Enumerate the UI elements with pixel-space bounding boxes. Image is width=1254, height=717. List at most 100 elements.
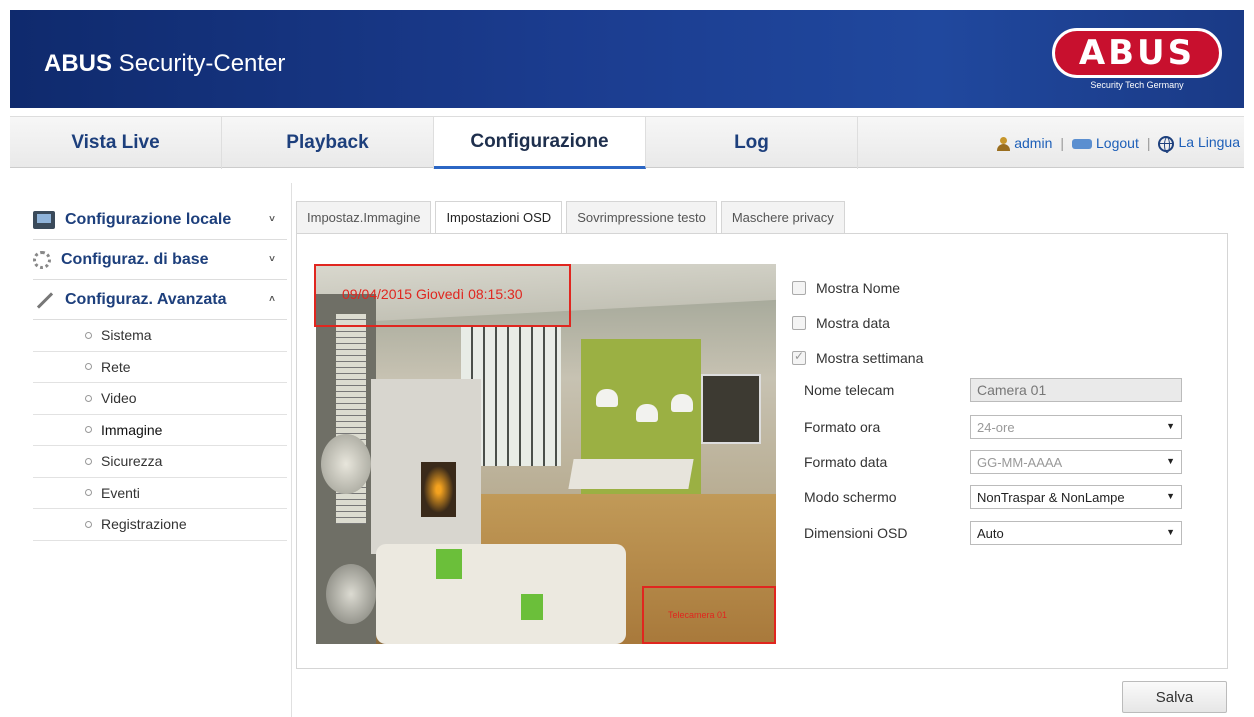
date-format-row: Formato data GG-MM-AAAA ▼ [804,450,1182,474]
scene-table [568,459,694,489]
sidebar-item-label: Rete [101,358,131,375]
separator: | [1146,135,1151,151]
sidebar-item-eventi[interactable]: Eventi [33,478,287,509]
show-week-checkbox[interactable] [792,349,806,365]
logo-wordmark: ABUS [1052,28,1222,78]
gear-icon [33,250,51,269]
sidebar-item-video[interactable]: Video [33,383,287,415]
language-link[interactable]: La Lingua [1158,134,1240,153]
sidebar-section-label: Configuraz. di base [61,250,209,268]
show-week-label: Mostra settimana [816,349,924,366]
bullet-icon [85,363,92,371]
osd-size-label: Dimensioni OSD [804,525,908,541]
time-format-label: Formato ora [804,419,881,435]
osd-size-select[interactable]: Auto ▼ [970,521,1182,545]
dropdown-arrow-icon: ▼ [1166,456,1175,466]
user-icon [996,137,1011,152]
camera-name-field[interactable]: Camera 01 [970,378,1182,402]
user-link[interactable]: admin [996,135,1052,152]
bullet-icon [85,394,92,402]
sidebar-section-base[interactable]: Configuraz. di base ˅ [33,240,287,280]
time-format-row: Formato ora 24-ore ▼ [804,415,1182,439]
sidebar-section-local[interactable]: Configurazione locale ˅ [33,200,287,240]
time-format-value: 24-ore [977,419,1015,435]
scene-sofa [376,544,626,644]
osd-datetime-text: 09/04/2015 Giovedì 08:15:30 [342,286,523,302]
tab-maschere-privacy[interactable]: Maschere privacy [720,201,845,234]
display-mode-row: Modo schermo NonTraspar & NonLampe ▼ [804,485,1182,509]
bullet-icon [85,520,92,528]
dropdown-arrow-icon: ▼ [1166,421,1175,431]
sidebar-section-label: Configurazione locale [65,210,232,228]
user-controls: admin | Logout | La Lingua [996,117,1240,169]
logout-icon [1072,139,1093,150]
globe-icon [1158,135,1175,153]
show-date-label: Mostra data [816,314,890,331]
scene-pillow [521,594,543,620]
logout-link[interactable]: Logout [1072,135,1139,151]
scene-lamp [636,404,658,422]
tab-vista-live[interactable]: Vista Live [10,117,222,169]
camera-name-label: Nome telecam [804,382,895,398]
tab-impostaz-immagine[interactable]: Impostaz.Immagine [296,201,432,234]
sidebar-item-label: Immagine [101,421,163,438]
app-title-brand: ABUS [44,50,113,77]
tab-impostazioni-osd[interactable]: Impostazioni OSD [435,201,563,234]
page: ABUS Security-Center ABUS Security Tech … [0,0,1254,717]
sidebar-item-rete[interactable]: Rete [33,352,287,383]
sidebar-item-registrazione[interactable]: Registrazione [33,509,287,541]
date-format-select[interactable]: GG-MM-AAAA ▼ [970,450,1182,474]
wrench-icon [33,291,55,309]
display-mode-label: Modo schermo [804,489,897,505]
camera-name-row: Nome telecam Camera 01 [804,378,1182,402]
tab-sovrimpressione-testo[interactable]: Sovrimpressione testo [566,201,717,234]
main-nav: Vista Live Playback Configurazione Log a… [10,116,1244,169]
sidebar-submenu: Sistema Rete Video Immagine Sicurezza Ev… [33,320,287,541]
app-title-rest: Security-Center [112,50,286,77]
settings-tabs: Impostaz.Immagine Impostazioni OSD Sovri… [296,201,849,234]
monitor-icon [33,210,55,229]
logout-label: Logout [1096,135,1139,151]
bullet-icon [85,331,92,339]
osd-size-value: Auto [977,525,1004,541]
sidebar-section-advanced[interactable]: Configuraz. Avanzata ˄ [33,280,287,320]
sidebar-item-sicurezza[interactable]: Sicurezza [33,446,287,478]
show-date-checkbox[interactable] [792,315,806,330]
sidebar: Configurazione locale ˅ Configuraz. di b… [33,200,287,541]
save-button[interactable]: Salva [1122,681,1227,713]
scene-pendant [321,434,371,494]
scene-fire [421,462,456,517]
sidebar-item-immagine[interactable]: Immagine [33,415,287,446]
display-mode-select[interactable]: NonTraspar & NonLampe ▼ [970,485,1182,509]
tab-playback[interactable]: Playback [222,117,434,169]
sidebar-section-label: Configuraz. Avanzata [65,290,227,308]
show-name-label: Mostra Nome [816,279,901,296]
sidebar-item-label: Video [101,390,137,407]
divider [291,183,292,717]
scene-lamp [671,394,693,412]
scene-pillow [436,549,462,579]
scene-artwork [701,374,761,444]
scene-lamp [596,389,618,407]
tab-configurazione[interactable]: Configurazione [434,117,646,169]
tab-log[interactable]: Log [646,117,858,169]
separator: | [1060,135,1065,151]
time-format-select[interactable]: 24-ore ▼ [970,415,1182,439]
sidebar-item-sistema[interactable]: Sistema [33,320,287,352]
date-format-value: GG-MM-AAAA [977,454,1063,470]
bullet-icon [85,426,92,434]
show-name-row: Mostra Nome [792,270,1192,305]
chevron-down-icon: ˅ [269,214,275,225]
bullet-icon [85,457,92,465]
show-week-row: Mostra settimana [792,340,1192,375]
show-name-checkbox[interactable] [792,280,806,295]
dropdown-arrow-icon: ▼ [1166,491,1175,501]
dropdown-arrow-icon: ▼ [1166,527,1175,537]
osd-form: Mostra Nome Mostra data Mostra settimana… [792,270,1192,545]
bullet-icon [85,489,92,497]
sidebar-item-label: Sicurezza [101,453,163,470]
sidebar-item-label: Registrazione [101,516,187,533]
date-format-label: Formato data [804,454,888,470]
display-mode-value: NonTraspar & NonLampe [977,489,1125,505]
scene-pendant [326,564,376,624]
